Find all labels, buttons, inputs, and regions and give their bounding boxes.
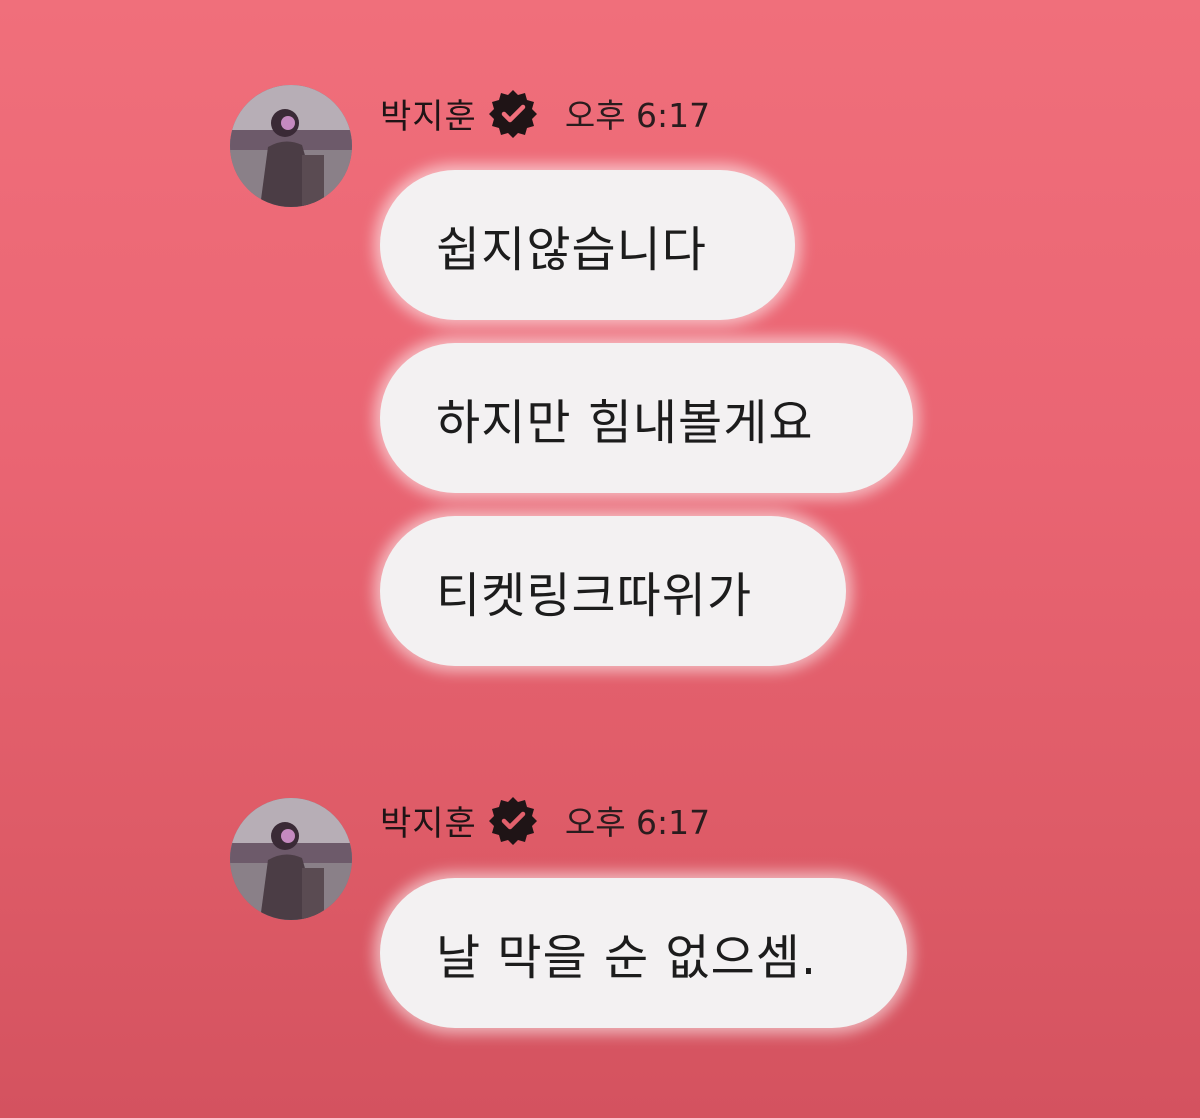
message-text: 날 막을 순 없으셈. [436, 930, 818, 986]
avatar[interactable] [230, 798, 352, 920]
message-time: 오후 6:17 [564, 803, 711, 842]
message-bubble[interactable]: 티켓링크따위가 [380, 516, 846, 666]
avatar-image [230, 85, 352, 207]
sender-name[interactable]: 박지훈 [380, 89, 477, 138]
message-text: 하지만 힘내볼게요 [436, 395, 814, 451]
avatar-image [230, 798, 352, 920]
message-bubble[interactable]: 하지만 힘내볼게요 [380, 343, 913, 493]
message-bubble[interactable]: 쉽지않습니다 [380, 170, 795, 320]
sender-name[interactable]: 박지훈 [380, 796, 477, 845]
verified-badge-icon [487, 87, 539, 139]
message-time: 오후 6:17 [564, 96, 711, 135]
message-bubble[interactable]: 날 막을 순 없으셈. [380, 878, 907, 1028]
avatar[interactable] [230, 85, 352, 207]
verified-badge-icon [487, 794, 539, 846]
message-header: 박지훈 오후 6:17 [380, 795, 710, 845]
message-header: 박지훈 오후 6:17 [380, 88, 710, 138]
message-text: 티켓링크따위가 [436, 568, 753, 624]
message-text: 쉽지않습니다 [436, 222, 707, 278]
